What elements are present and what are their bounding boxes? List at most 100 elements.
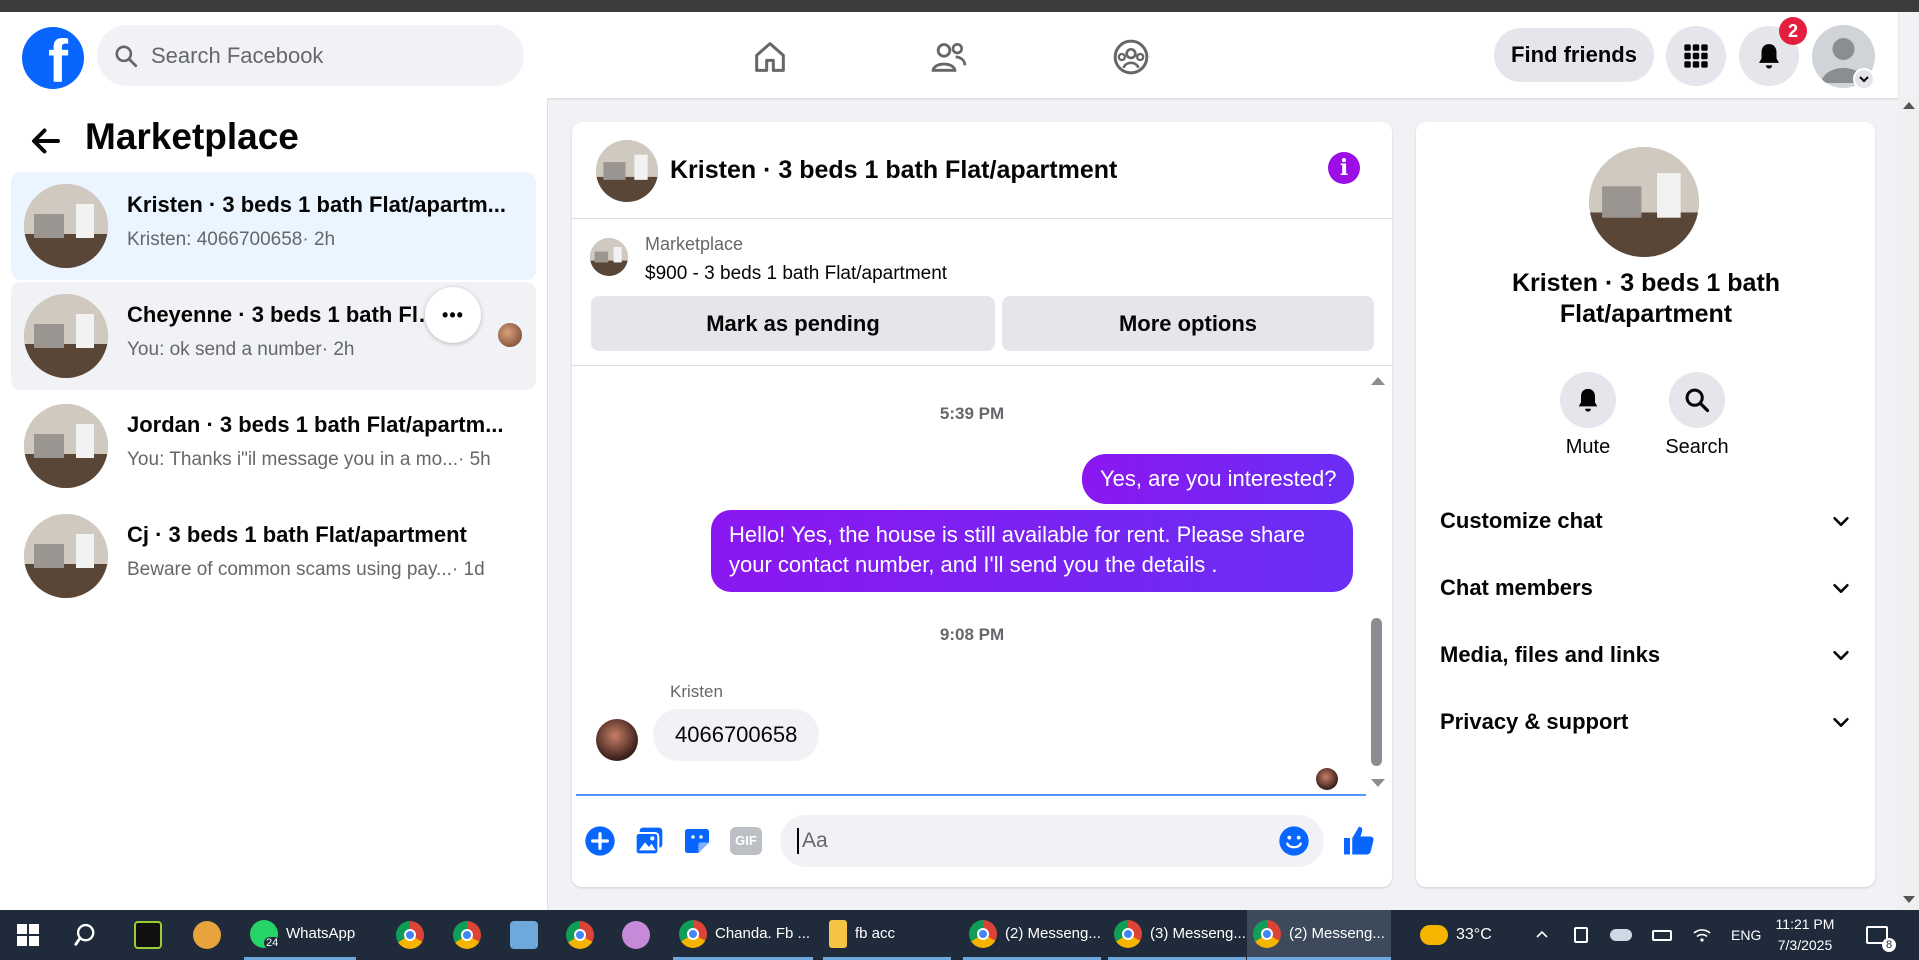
onedrive-icon[interactable] [1610, 910, 1632, 960]
row-label: Media, files and links [1440, 642, 1661, 667]
media-files-links-row[interactable]: Media, files and links [1440, 630, 1852, 680]
chat-members-row[interactable]: Chat members [1440, 563, 1852, 613]
taskbar-app-icon[interactable] [193, 910, 229, 960]
page-scroll-up-arrow[interactable] [1903, 102, 1915, 109]
facebook-logo[interactable]: f [22, 27, 84, 89]
scroll-down-arrow[interactable] [1371, 779, 1385, 787]
mute-button[interactable]: Mute [1538, 372, 1638, 459]
menu-grid-button[interactable] [1666, 26, 1726, 86]
gif-icon[interactable]: GIF [728, 824, 764, 858]
chrome-icon [396, 921, 424, 949]
message-input-wrapper[interactable] [780, 815, 1324, 867]
search-bar[interactable] [97, 25, 524, 86]
conversation-name: Cheyenne · 3 beds 1 bath Flat/a [127, 302, 447, 327]
taskbar-label: Chanda. Fb ... [715, 925, 811, 942]
chat-listing-thumbnail[interactable] [596, 140, 658, 202]
start-button[interactable] [16, 910, 40, 960]
whatsapp-badge: 24 [264, 937, 281, 949]
chevron-down-icon [1833, 717, 1849, 727]
find-friends-button[interactable]: Find friends [1494, 28, 1654, 82]
conversation-name: Cj · 3 beds 1 bath Flat/apartment [127, 522, 467, 547]
friends-icon[interactable] [924, 32, 974, 82]
taskbar-chrome-window[interactable]: Chanda. Fb ... [673, 910, 813, 960]
message-input[interactable] [802, 825, 1262, 857]
details-listing-thumbnail[interactable] [1589, 147, 1699, 257]
browser-top-strip [0, 0, 1919, 12]
more-options-button[interactable]: More options [1002, 296, 1374, 351]
folder-icon [829, 919, 847, 948]
page-scrollbar[interactable] [1898, 98, 1919, 910]
text-cursor [797, 828, 799, 854]
system-clock[interactable]: 11:21 PM 7/3/2025 [1765, 914, 1845, 956]
search-icon [1685, 388, 1710, 413]
customize-chat-row[interactable]: Customize chat [1440, 496, 1852, 546]
outgoing-message[interactable]: Hello! Yes, the house is still available… [711, 510, 1353, 592]
plus-circle-icon[interactable] [583, 824, 617, 858]
taskbar-search-button[interactable] [74, 910, 102, 960]
facebook-logo-letter: f [48, 28, 68, 89]
chrome-icon [969, 919, 997, 948]
mark-as-pending-button[interactable]: Mark as pending [591, 296, 995, 351]
row-label: Privacy & support [1440, 709, 1629, 734]
grid-menu-icon [1684, 44, 1708, 68]
language-indicator[interactable]: ENG [1731, 910, 1761, 960]
chevron-down-icon [1833, 516, 1849, 526]
conversation-name: Kristen · 3 beds 1 bath Flat/apartm... [127, 192, 506, 217]
taskbar-app-icon[interactable] [510, 910, 546, 960]
meet-icon[interactable] [1574, 910, 1588, 960]
taskbar-app-icon[interactable] [134, 910, 170, 960]
taskbar-folder-window[interactable]: fb acc [823, 910, 951, 960]
taskbar-chrome-window[interactable]: (2) Messeng... [963, 910, 1101, 960]
seen-avatar [498, 323, 522, 347]
taskbar-label: (3) Messeng... [1150, 925, 1246, 942]
row-label: Chat members [1440, 575, 1593, 600]
taskbar-chrome[interactable] [566, 910, 602, 960]
listing-price[interactable]: $900 - 3 beds 1 bath Flat/apartment [645, 263, 947, 285]
conversation-item[interactable]: Jordan · 3 beds 1 bath Flat/apartm... Yo… [11, 392, 536, 500]
notification-center-count: 8 [1882, 938, 1896, 952]
taskbar-app-icon[interactable] [622, 910, 658, 960]
listing-thumbnail-small[interactable] [590, 238, 628, 276]
back-arrow-icon[interactable] [28, 123, 64, 159]
taskbar-chrome-window[interactable]: (3) Messeng... [1108, 910, 1246, 960]
notification-center-button[interactable]: 8 [1866, 910, 1896, 960]
taskbar-whatsapp[interactable]: 24 WhatsApp [244, 910, 356, 960]
weather-widget[interactable]: 33°C [1420, 910, 1492, 960]
conversation-preview: Beware of common scams using pay...· 1d [127, 559, 485, 580]
conversation-item[interactable]: Cj · 3 beds 1 bath Flat/apartment Beware… [11, 502, 536, 610]
page-scroll-down-arrow[interactable] [1903, 896, 1915, 903]
chevron-down-icon[interactable] [1853, 68, 1875, 90]
chevron-up-icon[interactable] [1534, 910, 1550, 960]
wifi-icon[interactable] [1692, 910, 1712, 960]
sender-avatar[interactable] [596, 719, 638, 761]
photo-icon[interactable] [632, 824, 666, 858]
chevron-down-icon [1833, 650, 1849, 660]
taskbar-label: (2) Messeng... [1289, 925, 1385, 942]
groups-icon[interactable] [1106, 32, 1156, 82]
thumbs-up-icon[interactable] [1340, 822, 1378, 860]
sticker-icon[interactable] [680, 824, 714, 858]
search-in-conversation-button[interactable]: Search [1647, 372, 1747, 459]
chrome-icon [679, 919, 707, 948]
conversation-more-options-button[interactable]: ••• [425, 287, 481, 343]
chat-scrollbar-thumb[interactable] [1371, 618, 1382, 766]
chrome-icon [1114, 919, 1142, 948]
taskbar-chrome[interactable] [396, 910, 432, 960]
battery-icon[interactable] [1652, 910, 1672, 960]
privacy-support-row[interactable]: Privacy & support [1440, 697, 1852, 747]
chevron-down-icon [1833, 583, 1849, 593]
scroll-up-arrow[interactable] [1371, 377, 1385, 385]
home-icon[interactable] [745, 32, 795, 82]
chat-details-panel: Kristen · 3 beds 1 bath Flat/apartment M… [1416, 122, 1875, 887]
chat-title[interactable]: Kristen · 3 beds 1 bath Flat/apartment [670, 156, 1117, 185]
incoming-message[interactable]: 4066700658 [653, 709, 820, 761]
taskbar-chrome[interactable] [453, 910, 489, 960]
conversation-item[interactable]: Kristen · 3 beds 1 bath Flat/apartm... K… [11, 172, 536, 280]
info-icon[interactable]: i [1328, 152, 1360, 184]
taskbar-chrome-window-active[interactable]: (2) Messeng... [1247, 910, 1391, 960]
emoji-icon[interactable] [1278, 825, 1310, 857]
row-label: Customize chat [1440, 508, 1603, 533]
bell-icon [1578, 388, 1598, 412]
outgoing-message[interactable]: Yes, are you interested? [1082, 454, 1355, 504]
search-input[interactable] [151, 42, 491, 69]
